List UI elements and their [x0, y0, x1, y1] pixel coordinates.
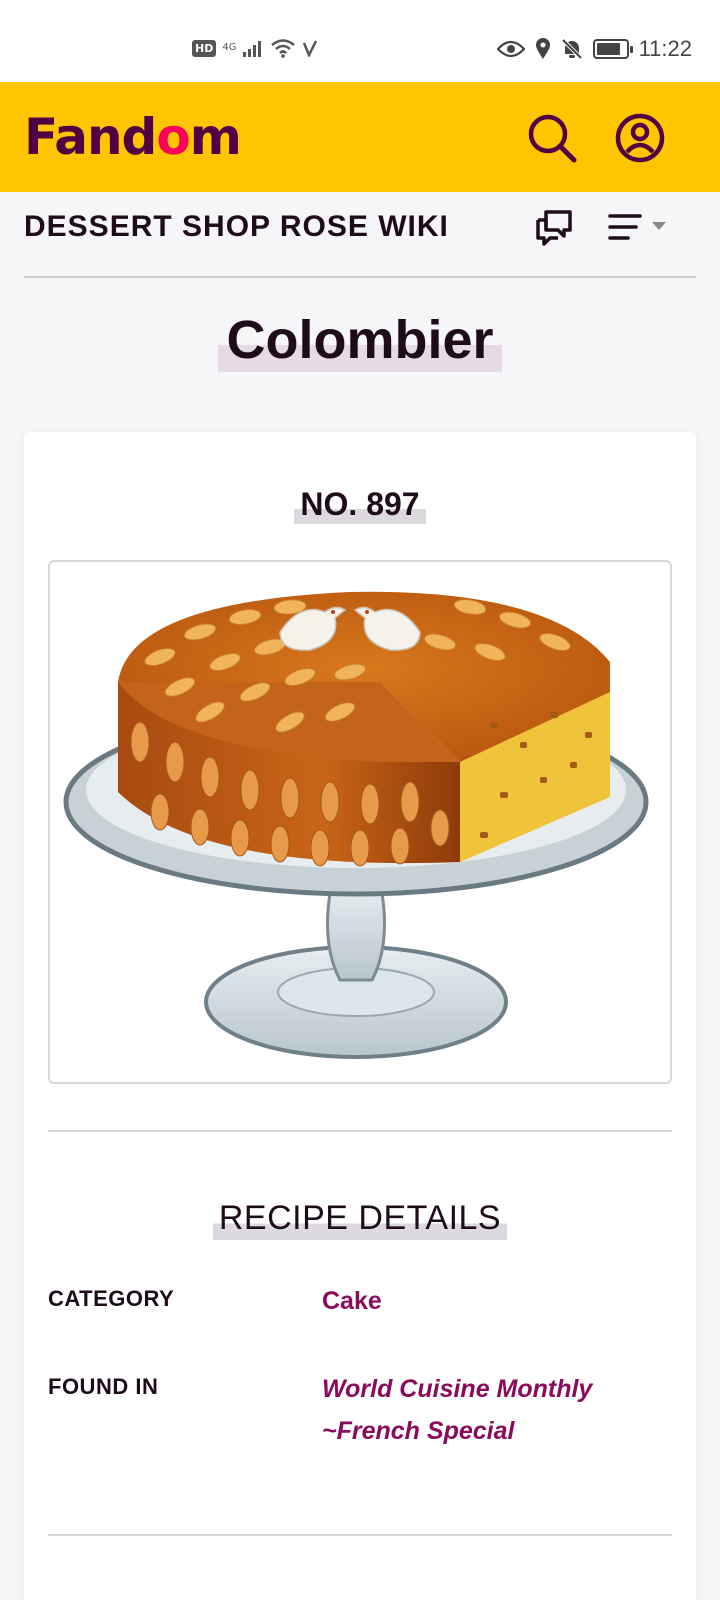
bell-off-icon	[561, 38, 582, 60]
discussions-icon[interactable]	[534, 206, 574, 248]
infobox-number: NO. 897	[294, 484, 426, 524]
hd-badge: HD	[192, 39, 217, 57]
infobox-divider	[48, 1130, 672, 1132]
infobox-bottom-divider	[48, 1534, 672, 1536]
infobox-number-wrap: NO. 897	[24, 484, 696, 524]
found-in-line-1: World Cuisine Monthly	[322, 1375, 593, 1403]
page-title: Colombier	[218, 308, 502, 372]
logo-text-left: Fand	[24, 108, 157, 166]
logo-text-right: m	[189, 108, 242, 166]
clock: 11:22	[638, 36, 692, 61]
battery-icon	[592, 39, 633, 59]
found-in-line-2: ~French Special	[322, 1417, 515, 1445]
category-link[interactable]: Cake	[322, 1280, 652, 1322]
status-left: HD 4G	[192, 38, 318, 58]
status-bar: HD 4G 11:22	[0, 0, 720, 82]
infobox-card: NO. 897 RECIPE DETAILS CATEGORY Cake FOU…	[24, 432, 696, 1600]
page-title-wrap: Colombier	[0, 308, 720, 372]
user-circle-icon[interactable]	[614, 112, 666, 164]
wifi-icon	[271, 39, 296, 58]
battery-fill	[596, 43, 620, 55]
fandom-logo[interactable]: Fandom	[24, 104, 242, 170]
wiki-name[interactable]: DESSERT SHOP ROSE WIKI	[24, 210, 449, 244]
location-icon	[535, 38, 550, 59]
status-right: 11:22	[496, 36, 692, 62]
found-in-label: FOUND IN	[48, 1374, 159, 1399]
cake-illustration	[63, 591, 649, 1059]
logo-flame: o	[156, 108, 190, 166]
fandom-logo-text: Fandom	[24, 108, 242, 166]
search-icon[interactable]	[526, 112, 578, 164]
fandom-header: Fandom	[0, 82, 720, 192]
eye-icon	[496, 40, 525, 58]
network-type: 4G	[222, 42, 237, 53]
recipe-details-title: RECIPE DETAILS	[212, 1196, 508, 1240]
infobox-image[interactable]	[48, 560, 672, 1084]
recipe-details-wrap: RECIPE DETAILS	[24, 1196, 696, 1240]
vpn-icon	[303, 40, 318, 57]
signal-icon	[243, 41, 262, 57]
wiki-bar: DESSERT SHOP ROSE WIKI	[24, 192, 696, 278]
found-in-link[interactable]: World Cuisine Monthly ~French Special	[322, 1368, 652, 1452]
category-label: CATEGORY	[48, 1286, 175, 1311]
menu-lines-icon[interactable]	[608, 206, 670, 248]
